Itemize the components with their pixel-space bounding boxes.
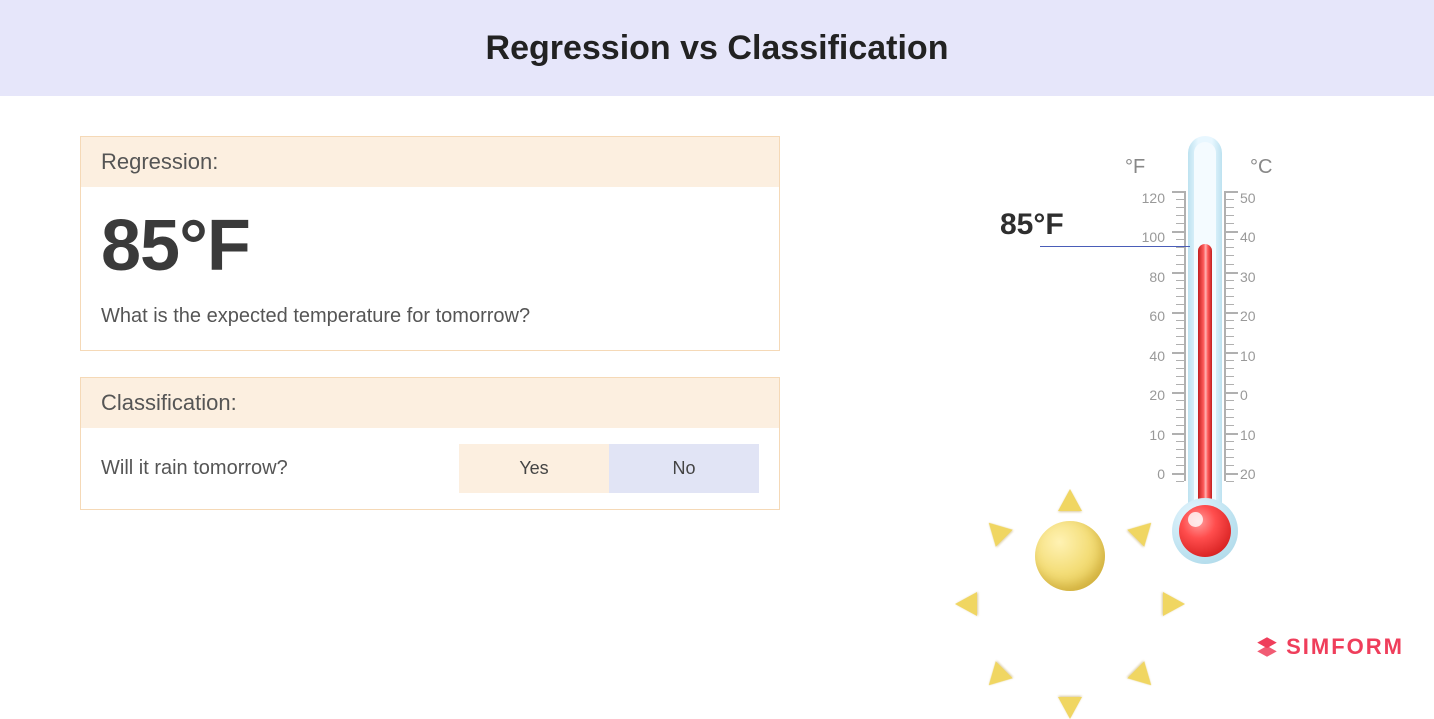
left-column: Regression: 85°F What is the expected te… [80,136,780,680]
scale-c-tick: 50 [1240,191,1290,205]
scale-celsius: 50 40 30 20 10 0 10 20 [1240,191,1290,481]
scale-f-tick: 20 [1115,388,1165,402]
scale-f-tick: 0 [1115,467,1165,481]
scale-f-tick: 60 [1115,309,1165,323]
option-yes: Yes [459,444,609,493]
scale-c-tick: 40 [1240,230,1290,244]
scale-c-tick: 20 [1240,309,1290,323]
scale-c-tick: 30 [1240,270,1290,284]
option-no: No [609,444,759,493]
logo: SIMFORM [1254,634,1404,660]
right-column: °F °C 120 100 80 60 40 20 10 0 50 40 30 … [840,136,1354,680]
thermo-marker-line [1040,246,1190,247]
sun-icon [1000,486,1140,626]
page-title: Regression vs Classification [486,29,949,68]
thermo-bulb-inner [1179,505,1231,557]
logo-text: SIMFORM [1286,634,1404,660]
scale-f-tick: 10 [1115,428,1165,442]
logo-icon [1254,634,1280,660]
unit-celsius: °C [1250,156,1272,179]
ticks-c [1224,191,1236,481]
content: Regression: 85°F What is the expected te… [0,96,1434,680]
scale-c-tick: 10 [1240,428,1290,442]
classification-panel: Classification: Will it rain tomorrow? Y… [80,377,780,510]
classification-question: Will it rain tomorrow? [101,457,459,480]
ticks-f [1174,191,1186,481]
scale-fahrenheit: 120 100 80 60 40 20 10 0 [1115,191,1165,481]
unit-fahrenheit: °F [1125,156,1145,179]
scale-f-tick: 100 [1115,230,1165,244]
scale-c-tick: 20 [1240,467,1290,481]
classification-body: Will it rain tomorrow? Yes No [81,428,779,509]
scale-f-tick: 40 [1115,349,1165,363]
scale-c-tick: 10 [1240,349,1290,363]
scale-f-tick: 80 [1115,270,1165,284]
scale-c-tick: 0 [1240,388,1290,402]
thermo-marker-label: 85°F [1000,208,1064,242]
regression-panel: Regression: 85°F What is the expected te… [80,136,780,351]
regression-body: 85°F What is the expected temperature fo… [81,187,779,350]
thermo-bulb-shine [1188,512,1203,527]
regression-label: Regression: [81,137,779,187]
header: Regression vs Classification [0,0,1434,96]
scale-f-tick: 120 [1115,191,1165,205]
classification-label: Classification: [81,378,779,428]
regression-value: 85°F [101,205,759,287]
regression-question: What is the expected temperature for tom… [101,305,759,328]
thermo-mercury [1198,244,1212,524]
